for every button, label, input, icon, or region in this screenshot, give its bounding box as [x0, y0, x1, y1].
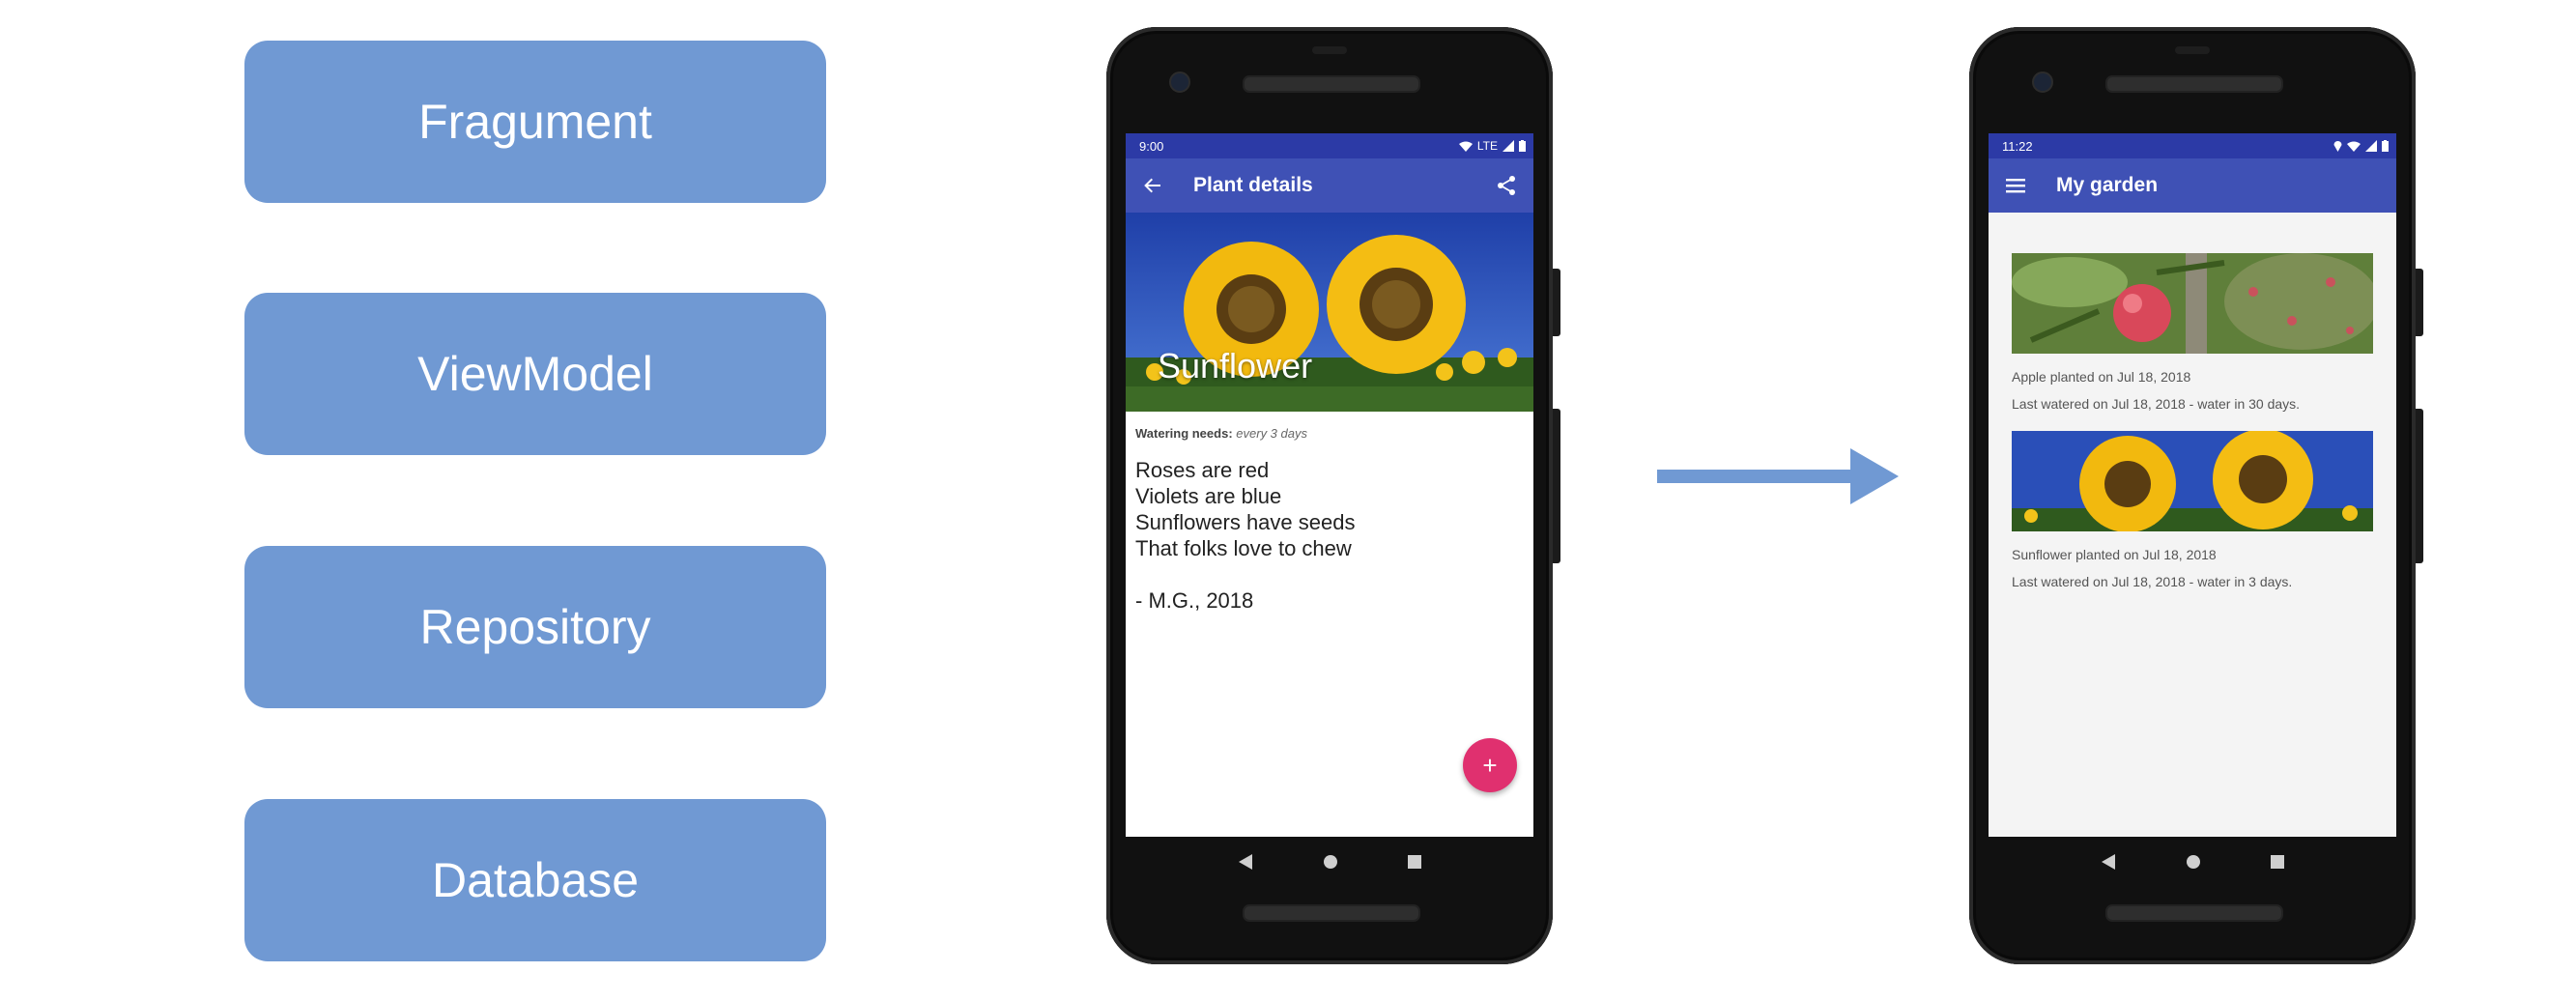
app-bar: My garden [1989, 158, 2396, 213]
front-camera [2032, 72, 2053, 93]
status-time: 9:00 [1139, 138, 1164, 154]
battery-icon [1519, 140, 1526, 152]
description-line: - M.G., 2018 [1135, 588, 1254, 613]
power-button [2416, 269, 2423, 336]
signal-icon [2365, 140, 2377, 152]
watering-label: Watering needs: [1135, 426, 1233, 441]
speaker-grille [1243, 75, 1420, 93]
plant-description: Roses are red Violets are blue Sunflower… [1135, 457, 1355, 614]
volume-button [1553, 409, 1560, 563]
phone-my-garden: 11:22 My garden Apple planted on Jul 18,… [1969, 27, 2423, 964]
menu-icon[interactable] [2002, 172, 2029, 199]
description-line: Roses are red [1135, 458, 1270, 482]
apple-watering-status: Last watered on Jul 18, 2018 - water in … [2012, 396, 2301, 412]
page-title: My garden [2056, 174, 2159, 196]
share-icon[interactable] [1493, 172, 1520, 199]
volume-button [2416, 409, 2423, 563]
apple-plant-image[interactable] [2012, 253, 2373, 354]
signal-icon [1503, 140, 1514, 152]
apple-planted-date: Apple planted on Jul 18, 2018 [2012, 369, 2191, 385]
description-line: Sunflowers have seeds [1135, 510, 1356, 534]
sunflower-planted-date: Sunflower planted on Jul 18, 2018 [2012, 547, 2217, 562]
back-triangle-icon[interactable] [2101, 853, 2116, 871]
status-time: 11:22 [2002, 138, 2033, 154]
layer-database: Database [244, 799, 826, 961]
home-circle-icon[interactable] [1323, 854, 1338, 870]
layer-repository: Repository [244, 546, 826, 708]
location-icon [2333, 141, 2342, 152]
status-bar: 11:22 [1989, 133, 2396, 158]
watering-info: Watering needs: every 3 days [1135, 426, 1307, 441]
app-bar: Plant details [1126, 158, 1533, 213]
plant-name: Sunflower [1158, 346, 1313, 386]
status-bar: 9:00 LTE [1126, 133, 1533, 158]
back-triangle-icon[interactable] [1238, 853, 1253, 871]
system-nav-bar [1989, 837, 2396, 887]
recents-square-icon[interactable] [2271, 855, 2284, 869]
home-circle-icon[interactable] [2186, 854, 2201, 870]
description-line: That folks love to chew [1135, 536, 1352, 560]
bottom-speaker [1243, 904, 1420, 922]
description-line: Violets are blue [1135, 484, 1282, 508]
my-garden-screen: 11:22 My garden Apple planted on Jul 18,… [1989, 133, 2396, 837]
front-camera [1169, 72, 1190, 93]
battery-icon [2382, 140, 2389, 152]
sunflower-plant-image[interactable] [2012, 431, 2373, 531]
watering-value: every 3 days [1236, 426, 1307, 441]
wifi-icon [2347, 141, 2361, 152]
recents-square-icon[interactable] [1408, 855, 1421, 869]
bottom-speaker [2105, 904, 2283, 922]
description-line [1135, 561, 1355, 587]
system-nav-bar [1126, 837, 1533, 887]
add-to-garden-fab[interactable]: + [1463, 738, 1517, 792]
page-title: Plant details [1193, 174, 1313, 196]
sunflower-watering-status: Last watered on Jul 18, 2018 - water in … [2012, 574, 2293, 589]
speaker-grille [2105, 75, 2283, 93]
layer-fragment: Fragument [244, 41, 826, 203]
wifi-icon [1458, 141, 1473, 152]
layer-viewmodel: ViewModel [244, 293, 826, 455]
phone-plant-details: 9:00 LTE Plant details Sunflower Waterin… [1106, 27, 1560, 964]
network-label: LTE [1476, 139, 1498, 153]
right-arrow-icon [1657, 448, 1899, 504]
back-arrow-icon[interactable] [1139, 172, 1166, 199]
power-button [1553, 269, 1560, 336]
plant-details-screen: 9:00 LTE Plant details Sunflower Waterin… [1126, 133, 1533, 837]
